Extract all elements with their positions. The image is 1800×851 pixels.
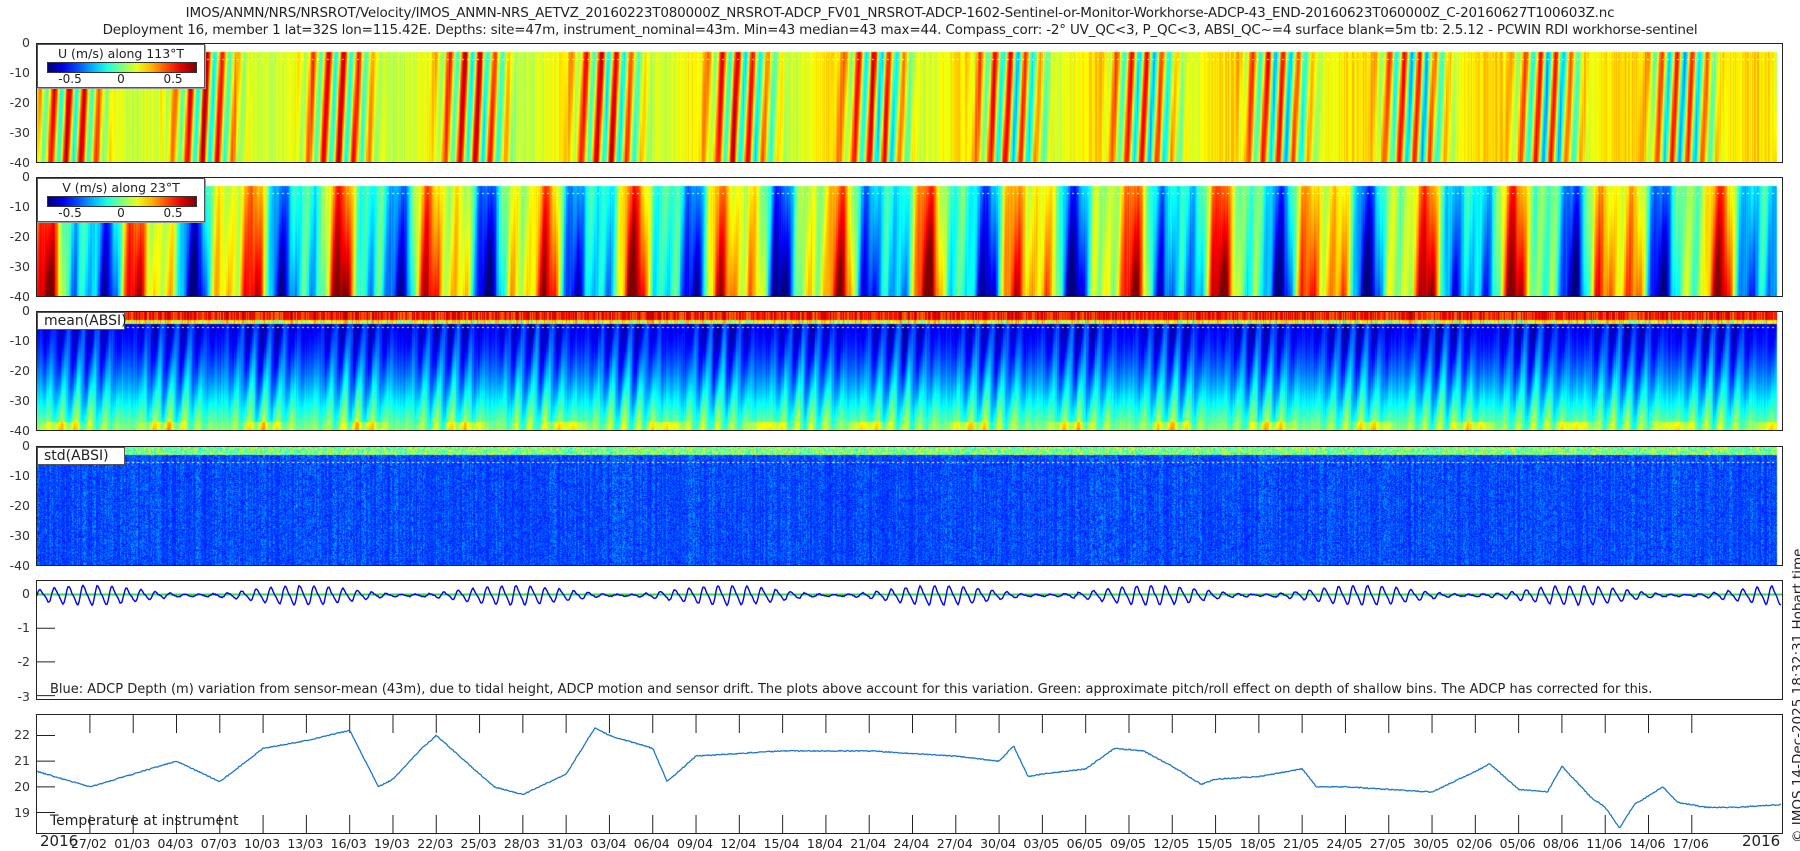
y-tick-label: 0 xyxy=(22,585,30,601)
x-tick-label: 31/03 xyxy=(547,836,584,851)
y-tick-label: 0 xyxy=(22,169,30,184)
x-tick-label: 21/05 xyxy=(1283,836,1320,851)
title-line-2: Deployment 16, member 1 lat=32S lon=115.… xyxy=(102,22,1698,38)
x-tick-label: 04/03 xyxy=(157,836,194,851)
std-absi-label: std(ABSI) xyxy=(37,447,125,465)
v-colorbar-tick: 0 xyxy=(117,206,125,220)
x-tick-label: 02/06 xyxy=(1456,836,1493,851)
x-tick-label: 06/05 xyxy=(1066,836,1103,851)
std-absi-panel: std(ABSI) xyxy=(36,446,1783,566)
x-tick-label: 25/03 xyxy=(460,836,497,851)
x-tick-label: 28/03 xyxy=(503,836,540,851)
mean-absi-label: mean(ABSI) xyxy=(37,312,127,330)
y-tick-label: -3 xyxy=(17,688,30,704)
depth-caption: Blue: ADCP Depth (m) variation from sens… xyxy=(50,682,1653,697)
v-legend-title: V (m/s) along 23°T xyxy=(62,180,180,195)
x-tick-label: 12/05 xyxy=(1153,836,1190,851)
y-tick-label: -20 xyxy=(9,363,30,378)
x-tick-label: 11/06 xyxy=(1586,836,1623,851)
y-tick-label: 19 xyxy=(14,805,30,821)
x-tick-label: 24/05 xyxy=(1326,836,1363,851)
y-tick-label: 20 xyxy=(14,779,30,795)
y-tick-label: -10 xyxy=(9,65,30,80)
y-tick-label: -20 xyxy=(9,229,30,244)
title-line-1: IMOS/ANMN/NRS/NRSROT/Velocity/IMOS_ANMN-… xyxy=(185,5,1615,21)
x-tick-label: 15/04 xyxy=(763,836,800,851)
x-tick-label: 14/06 xyxy=(1629,836,1666,851)
y-tick-label: -30 xyxy=(9,393,30,408)
year-label-right: 2016 xyxy=(1742,832,1781,850)
mean-absi-heatmap xyxy=(37,312,1782,430)
v-colorbar-legend: V (m/s) along 23°T -0.5 0 0.5 xyxy=(37,178,205,222)
y-tick-label: -30 xyxy=(9,259,30,274)
depth-variation-panel: Blue: ADCP Depth (m) variation from sens… xyxy=(36,580,1783,700)
y-tick-label: -40 xyxy=(9,289,30,304)
x-tick-label: 16/03 xyxy=(330,836,367,851)
x-tick-label: 17/06 xyxy=(1672,836,1709,851)
temperature-caption: Temperature at instrument xyxy=(50,813,239,829)
x-tick-label: 22/03 xyxy=(417,836,454,851)
x-tick-label: 27/04 xyxy=(936,836,973,851)
u-colorbar-tick: -0.5 xyxy=(58,72,82,86)
u-legend-title: U (m/s) along 113°T xyxy=(57,46,185,61)
u-colorbar-legend: U (m/s) along 113°T -0.5 0 0.5 xyxy=(37,44,205,88)
x-tick-label: 08/06 xyxy=(1542,836,1579,851)
y-tick-label: -20 xyxy=(9,498,30,513)
x-tick-label: 09/05 xyxy=(1109,836,1146,851)
x-tick-label: 03/05 xyxy=(1023,836,1060,851)
v-velocity-heatmap xyxy=(37,178,1782,296)
temperature-panel: Temperature at instrument xyxy=(36,714,1783,834)
y-tick-label: -30 xyxy=(9,528,30,543)
y-tick-label: -1 xyxy=(17,620,30,635)
x-tick-label: 01/03 xyxy=(114,836,151,851)
x-tick-label: 30/05 xyxy=(1413,836,1450,851)
y-tick-label: 21 xyxy=(14,752,30,768)
x-tick-label: 05/06 xyxy=(1499,836,1536,851)
v-colorbar-tick: 0.5 xyxy=(163,206,183,220)
x-tick-label: 15/05 xyxy=(1196,836,1233,851)
x-tick-label: 03/04 xyxy=(590,836,627,851)
y-tick-label: 0 xyxy=(22,303,30,318)
year-label-left: 2016 xyxy=(40,832,79,850)
x-tick-label: 18/05 xyxy=(1239,836,1276,851)
x-tick-label: 27/05 xyxy=(1369,836,1406,851)
u-velocity-panel: U (m/s) along 113°T -0.5 0 0.5 xyxy=(36,43,1783,163)
x-tick-label: 07/03 xyxy=(200,836,237,851)
y-tick-label: 0 xyxy=(22,35,30,50)
x-tick-label: 13/03 xyxy=(287,836,324,851)
y-tick-label: -10 xyxy=(9,333,30,348)
x-tick-label: 09/04 xyxy=(677,836,714,851)
temperature-line xyxy=(37,727,1782,829)
y-tick-label: 0 xyxy=(22,438,30,453)
x-tick-label: 21/04 xyxy=(850,836,887,851)
x-tick-label: 12/04 xyxy=(720,836,757,851)
x-tick-label: 10/03 xyxy=(244,836,281,851)
std-absi-heatmap xyxy=(37,447,1782,565)
y-tick-label: -10 xyxy=(9,199,30,214)
v-colorbar-tick: -0.5 xyxy=(58,206,82,220)
x-tick-label: 06/04 xyxy=(633,836,670,851)
u-velocity-heatmap xyxy=(37,44,1782,162)
u-colorbar-tick: 0.5 xyxy=(163,72,183,86)
x-tick-label: 18/04 xyxy=(806,836,843,851)
temperature-plot xyxy=(37,715,1782,833)
y-tick-label: -40 xyxy=(9,423,30,438)
y-tick-label: -40 xyxy=(9,558,30,573)
mean-absi-panel: mean(ABSI) xyxy=(36,311,1783,431)
y-tick-label: -40 xyxy=(9,155,30,170)
x-tick-label: 30/04 xyxy=(980,836,1017,851)
y-tick-label: 22 xyxy=(14,726,30,742)
y-tick-label: -20 xyxy=(9,95,30,110)
y-tick-label: -10 xyxy=(9,468,30,483)
u-colorbar-tick: 0 xyxy=(117,72,125,86)
x-tick-label: 19/03 xyxy=(373,836,410,851)
v-velocity-panel: V (m/s) along 23°T -0.5 0 0.5 xyxy=(36,177,1783,297)
imos-timestamp: © IMOS 14-Dec-2025 18:32:31 Hobart time xyxy=(1790,548,1800,843)
y-tick-label: -30 xyxy=(9,125,30,140)
x-tick-label: 24/04 xyxy=(893,836,930,851)
y-tick-label: -2 xyxy=(17,654,30,670)
